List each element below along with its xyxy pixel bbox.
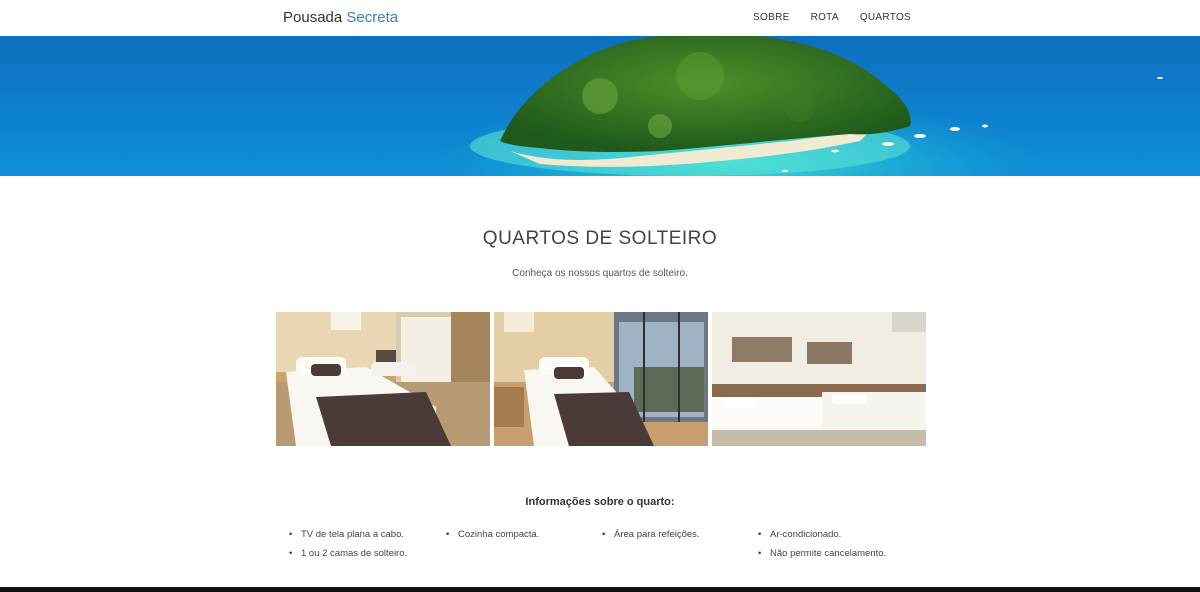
section-title: QUARTOS DE SOLTEIRO [482, 228, 718, 249]
room-photo-1[interactable] [276, 312, 490, 446]
room-photo-3[interactable] [712, 312, 926, 446]
footer-bar [0, 587, 1200, 592]
nav-item-rota[interactable]: ROTA [811, 12, 839, 23]
room-info-list: TV de tela plana a cabo. 1 ou 2 camas de… [289, 529, 929, 569]
room-photo-2[interactable] [494, 312, 708, 446]
brand-name-part1: Pousada [283, 9, 343, 26]
room-info-item: Ar-condicionado. [758, 529, 841, 540]
room-info-item: Área para refeições. [602, 529, 699, 540]
hero-banner-image [0, 36, 1200, 176]
nav-menu: SOBRE ROTA QUARTOS [753, 12, 911, 23]
room-info-item: Cozinha compacta. [446, 529, 539, 540]
room-info-item: Não permite cancelamento. [758, 548, 886, 559]
navbar: Pousada Secreta SOBRE ROTA QUARTOS [0, 0, 1200, 36]
room-photo-gallery [276, 312, 927, 446]
nav-item-sobre[interactable]: SOBRE [753, 12, 790, 23]
nav-item-quartos[interactable]: QUARTOS [860, 12, 911, 23]
room-info-item: TV de tela plana a cabo. [289, 529, 404, 540]
section-subtitle: Conheça os nossos quartos de solteiro. [512, 268, 688, 279]
room-info-item: 1 ou 2 camas de solteiro. [289, 548, 407, 559]
room-info-title: Informações sobre o quarto: [525, 496, 675, 508]
brand-logo[interactable]: Pousada Secreta [283, 9, 398, 26]
brand-name-part2: Secreta [346, 9, 399, 26]
